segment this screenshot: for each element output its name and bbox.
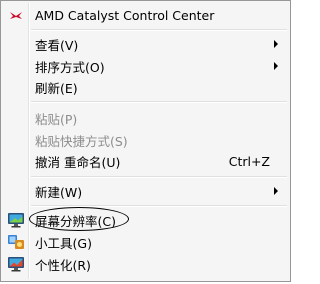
menu-item-label: 查看(V) — [35, 37, 79, 53]
menu-item-gadgets[interactable]: 小工具(G) — [3, 231, 288, 253]
menu-item-label: 排序方式(O) — [35, 59, 105, 75]
submenu-arrow-icon — [274, 62, 278, 70]
menu-item-label: 刷新(E) — [35, 80, 78, 96]
menu-item-refresh[interactable]: 刷新(E) — [3, 76, 288, 98]
menu-item-new[interactable]: 新建(W) — [3, 180, 288, 202]
menu-separator — [31, 101, 287, 102]
menu-item-label: 小工具(G) — [35, 235, 92, 251]
submenu-arrow-icon — [274, 40, 278, 48]
menu-item-sort-by[interactable]: 排序方式(O) — [3, 55, 288, 77]
menu-item-view[interactable]: 查看(V) — [3, 33, 288, 55]
desktop-context-menu: AMD Catalyst Control Center 查看(V) 排序方式(O… — [0, 0, 291, 282]
menu-item-undo-rename[interactable]: 撤消 重命名(U) Ctrl+Z — [3, 150, 288, 172]
menu-item-personalize[interactable]: 个性化(R) — [3, 253, 288, 275]
menu-item-paste-shortcut[interactable]: 粘贴快捷方式(S) — [3, 129, 288, 151]
menu-item-label: AMD Catalyst Control Center — [35, 7, 215, 23]
menu-item-paste[interactable]: 粘贴(P) — [3, 107, 288, 129]
menu-item-label: 个性化(R) — [35, 257, 91, 273]
screen-resolution-icon — [7, 212, 25, 228]
personalize-icon — [7, 256, 25, 272]
gadgets-icon — [7, 234, 25, 250]
menu-item-label: 新建(W) — [35, 184, 83, 200]
menu-item-label: 撤消 重命名(U) — [35, 154, 121, 170]
menu-separator — [31, 205, 287, 206]
menu-item-label: 粘贴(P) — [35, 111, 78, 127]
amd-catalyst-icon — [7, 7, 25, 23]
annotation-ellipse — [29, 207, 129, 231]
menu-item-label: 粘贴快捷方式(S) — [35, 133, 128, 149]
menu-item-shortcut: Ctrl+Z — [228, 153, 270, 169]
menu-separator — [31, 29, 287, 30]
menu-separator — [31, 176, 287, 177]
menu-item-amd-catalyst[interactable]: AMD Catalyst Control Center — [3, 4, 288, 26]
submenu-arrow-icon — [274, 187, 278, 195]
